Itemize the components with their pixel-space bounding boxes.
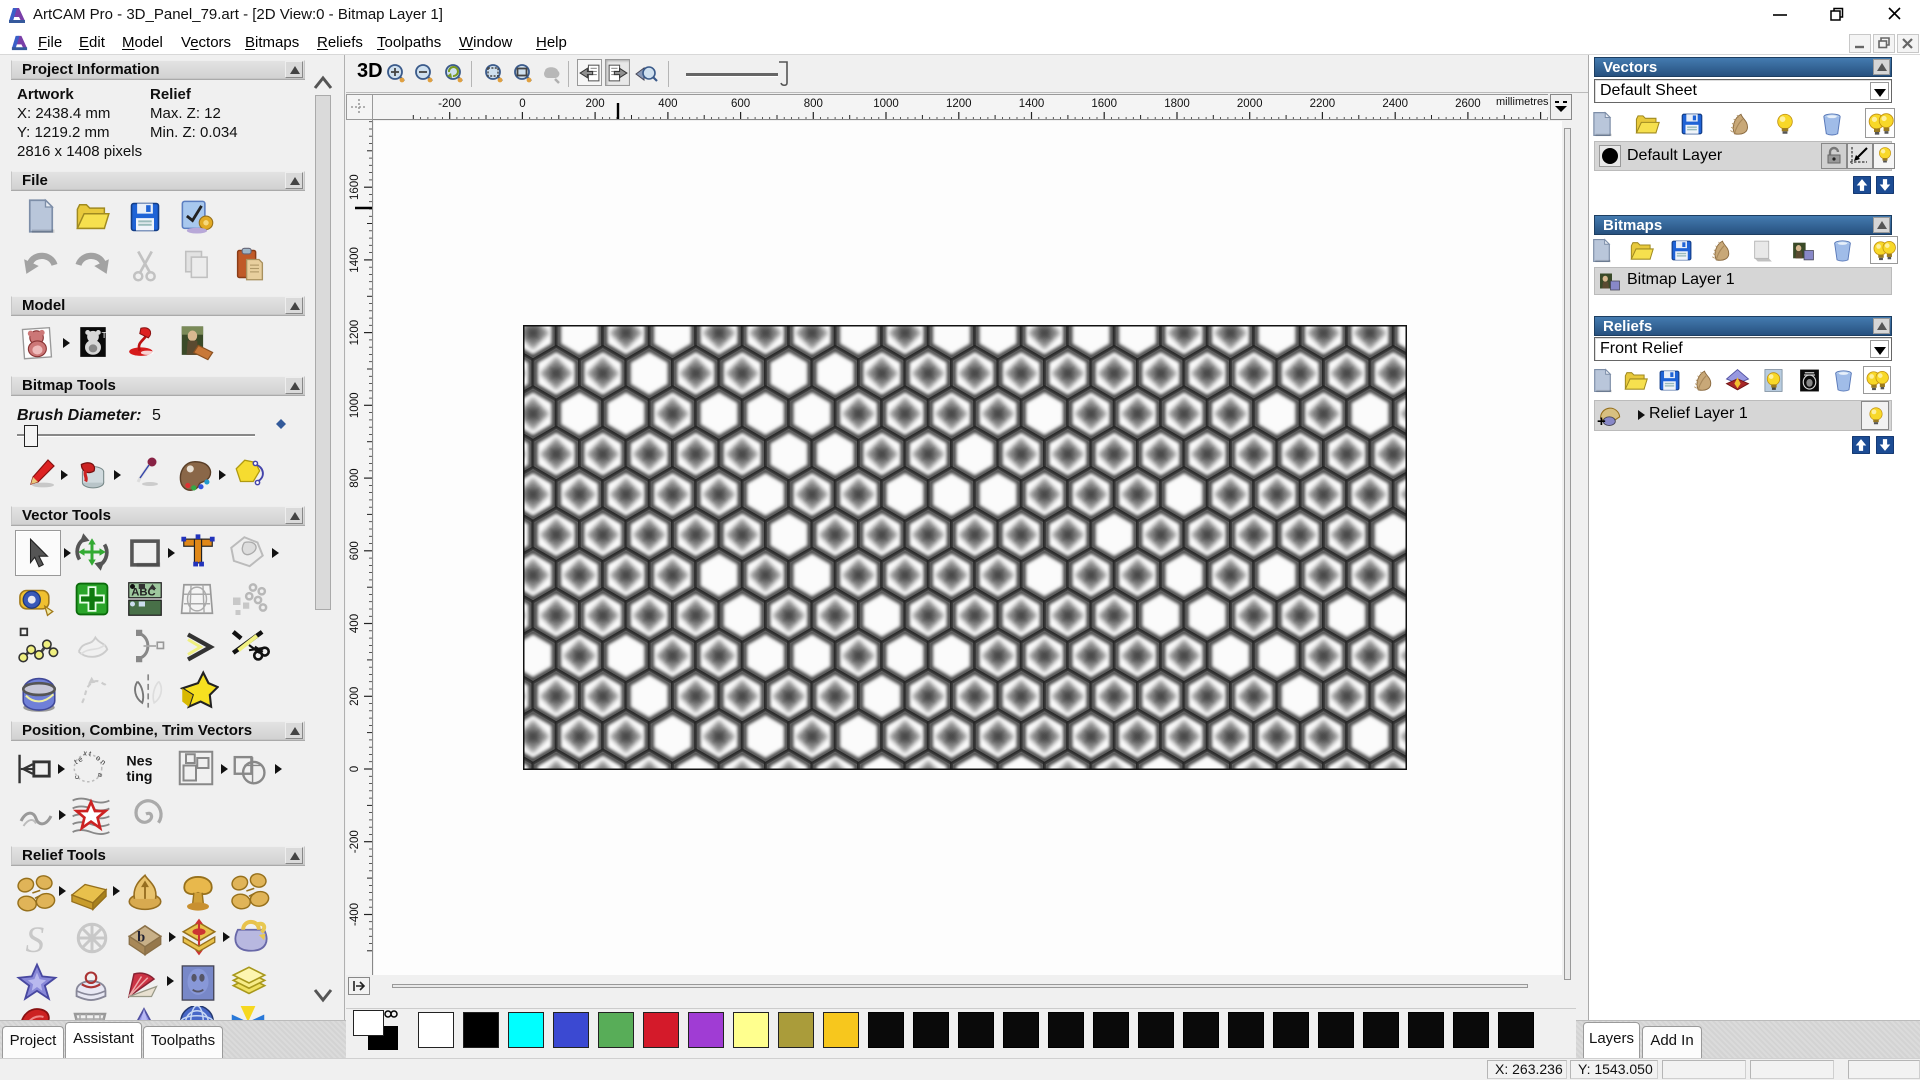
svg-text:o n: o n [94,753,108,767]
svg-text:1400: 1400 [1019,98,1045,110]
svg-text:1600: 1600 [1091,98,1117,110]
svg-text:1400: 1400 [349,247,361,273]
svg-text:1000: 1000 [349,393,361,419]
svg-text:200: 200 [586,98,605,110]
svg-text:-200: -200 [349,830,361,853]
svg-text:c: c [72,775,82,781]
svg-text:1600: 1600 [349,174,361,200]
svg-text:S: S [26,920,45,958]
svg-text:-400: -400 [349,903,361,926]
svg-text:600: 600 [731,98,750,110]
svg-text:0: 0 [519,98,525,110]
svg-text:800: 800 [804,98,823,110]
svg-text:600: 600 [349,541,361,560]
svg-text:ting: ting [126,769,152,785]
svg-text:Nes: Nes [126,753,152,769]
svg-text:-200: -200 [438,98,461,110]
svg-text:2000: 2000 [1237,98,1263,110]
svg-text:T: T [102,330,107,340]
svg-text:x t: x t [83,748,93,758]
svg-text:2200: 2200 [1310,98,1336,110]
svg-text:400: 400 [658,98,677,110]
svg-text:0: 0 [349,766,361,772]
svg-text:200: 200 [349,687,361,706]
svg-text:2600: 2600 [1455,98,1481,110]
svg-text:1200: 1200 [349,320,361,346]
svg-text:2400: 2400 [1382,98,1408,110]
svg-text:800: 800 [349,469,361,488]
svg-text:1000: 1000 [873,98,899,110]
svg-text:1800: 1800 [1164,98,1190,110]
svg-text:b: b [137,930,145,946]
svg-text:400: 400 [349,614,361,633]
svg-text:1200: 1200 [946,98,972,110]
